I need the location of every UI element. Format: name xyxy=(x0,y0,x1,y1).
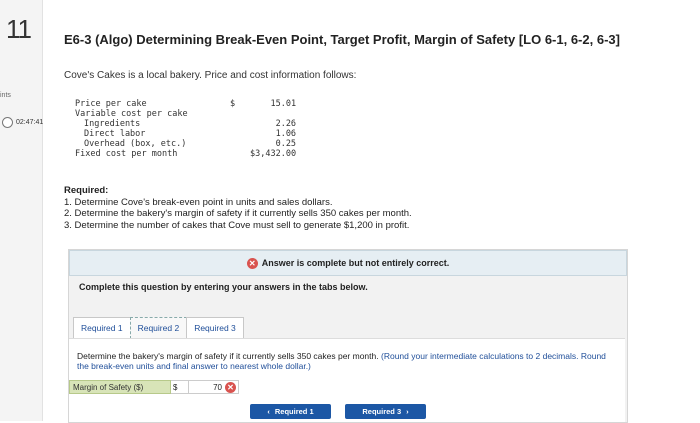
row-value: 1.06 xyxy=(275,129,297,139)
x-circle-icon: ✕ xyxy=(225,381,236,393)
answer-label: Margin of Safety ($) xyxy=(69,380,171,394)
row-label: Fixed cost per month xyxy=(75,149,178,159)
status-text: Answer is complete but not entirely corr… xyxy=(261,258,450,268)
table-row: Fixed cost per month $3,432.00 xyxy=(72,149,299,159)
row-label: Ingredients xyxy=(84,119,141,129)
row-value: 2.26 xyxy=(275,119,297,129)
page-title: E6-3 (Algo) Determining Break-Even Point… xyxy=(64,32,620,47)
required-item: 3. Determine the number of cakes that Co… xyxy=(64,219,410,231)
table-row: Price per cake $ 15.01 xyxy=(72,99,299,109)
prev-required-button[interactable]: ‹ Required 1 xyxy=(250,404,331,419)
margin-of-safety-input[interactable]: 70 ✕ xyxy=(189,380,239,394)
required-heading: Required: xyxy=(64,185,109,196)
x-circle-icon: ✕ xyxy=(246,257,258,269)
row-label: Price per cake xyxy=(75,99,147,109)
question-prompt: Determine the bakery's margin of safety … xyxy=(77,351,379,361)
timer-value: 02:47:41 xyxy=(16,119,44,126)
question-sidebar: 11 ints 02:47:41 xyxy=(0,0,43,421)
row-currency xyxy=(227,119,247,129)
required-item: 1. Determine Cove's break-even point in … xyxy=(64,196,333,208)
tab-content: Determine the bakery's margin of safety … xyxy=(69,338,625,422)
table-row: Variable cost per cake xyxy=(72,109,299,119)
row-currency xyxy=(227,129,247,139)
row-value: 15.01 xyxy=(270,99,297,109)
row-currency xyxy=(227,149,247,159)
answer-currency: $ xyxy=(171,380,189,394)
points-label: ints xyxy=(0,92,11,99)
answer-value: 70 xyxy=(213,382,222,392)
next-label: Required 3 xyxy=(362,407,402,416)
question-number: 11 xyxy=(6,14,32,44)
table-row: Direct labor 1.06 xyxy=(72,129,299,139)
table-row: Ingredients 2.26 xyxy=(72,119,299,129)
clock-icon xyxy=(2,117,13,128)
cost-table: Price per cake $ 15.01 Variable cost per… xyxy=(72,99,299,159)
required-item: 2. Determine the bakery's margin of safe… xyxy=(64,208,412,219)
row-value: 0.25 xyxy=(275,139,297,149)
row-label: Variable cost per cake xyxy=(75,109,188,119)
tab-required-1[interactable]: Required 1 xyxy=(73,317,131,339)
intro-text: Cove's Cakes is a local bakery. Price an… xyxy=(64,70,357,81)
answer-panel: ✕ Answer is complete but not entirely co… xyxy=(68,249,628,423)
row-currency xyxy=(227,139,247,149)
prev-label: Required 1 xyxy=(274,407,314,416)
row-label: Direct labor xyxy=(84,129,146,139)
question-text: Determine the bakery's margin of safety … xyxy=(77,351,617,371)
tab-required-3[interactable]: Required 3 xyxy=(186,317,244,339)
table-row: Overhead (box, etc.) 0.25 xyxy=(72,139,299,149)
row-value: $3,432.00 xyxy=(250,149,297,159)
status-banner: ✕ Answer is complete but not entirely co… xyxy=(69,250,627,276)
row-value xyxy=(247,109,299,119)
required-section: Required: 1. Determine Cove's break-even… xyxy=(64,185,412,231)
answer-row: Margin of Safety ($) $ 70 ✕ xyxy=(69,380,239,394)
chevron-left-icon: ‹ xyxy=(267,407,270,416)
tab-required-2[interactable]: Required 2 xyxy=(129,317,188,339)
row-label: Overhead (box, etc.) xyxy=(84,139,187,149)
chevron-right-icon: › xyxy=(406,407,409,416)
next-required-button[interactable]: Required 3 › xyxy=(345,404,426,419)
tab-bar: Required 1 Required 2 Required 3 xyxy=(73,317,244,339)
row-currency: $ xyxy=(230,99,236,109)
instruction-text: Complete this question by entering your … xyxy=(79,282,368,292)
timer: 02:47:41 xyxy=(2,117,43,128)
row-currency xyxy=(227,109,247,119)
